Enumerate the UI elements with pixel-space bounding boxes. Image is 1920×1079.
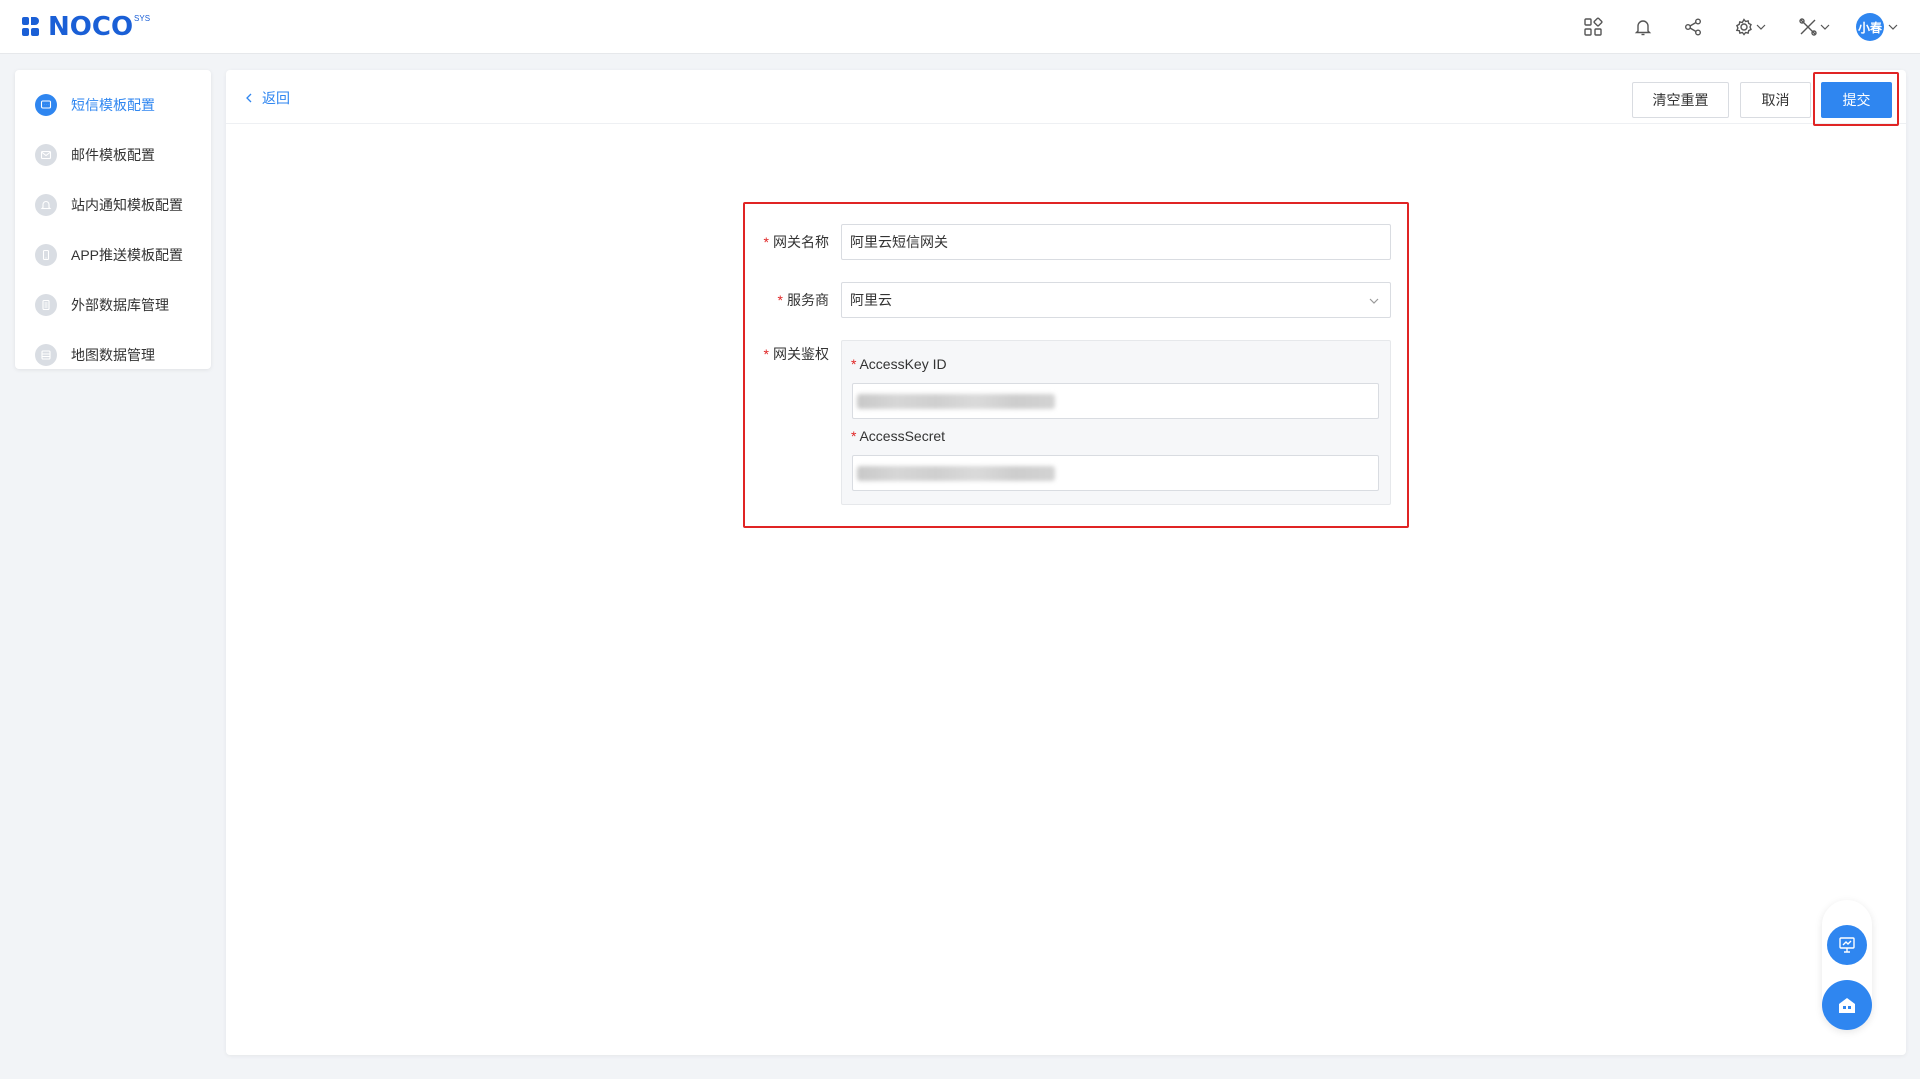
user-menu[interactable]: 小春 <box>1856 13 1898 41</box>
sidebar-item-label: 邮件模板配置 <box>71 147 155 163</box>
access-key-id-input[interactable] <box>852 383 1379 419</box>
sidebar-item-sms-template[interactable]: 短信模板配置 <box>15 80 211 130</box>
submit-button[interactable]: 提交 <box>1821 82 1892 118</box>
home-button[interactable] <box>1822 980 1872 1030</box>
gateway-name-row: * 网关名称 阿里云短信网关 <box>745 224 1391 260</box>
sidebar-item-app-push-template[interactable]: APP推送模板配置 <box>15 230 211 280</box>
gateway-name-input[interactable]: 阿里云短信网关 <box>841 224 1391 260</box>
brand-logo[interactable]: NOCO SYS <box>22 12 150 42</box>
chevron-left-icon <box>246 93 252 103</box>
sidebar-item-map-data[interactable]: 地图数据管理 <box>15 330 211 380</box>
phone-icon <box>35 244 57 266</box>
home-icon <box>1839 998 1855 1013</box>
provider-value: 阿里云 <box>850 292 892 308</box>
sidebar-item-label: 外部数据库管理 <box>71 297 169 313</box>
access-secret-label: * AccessSecret <box>851 428 946 444</box>
bell-icon <box>35 194 57 216</box>
chevron-down-icon <box>1369 298 1379 304</box>
mail-icon <box>35 144 57 166</box>
main-panel: 返回 清空重置 取消 提交 * 网关名称 阿里云短信网关 * 服务商 阿里云 * 网关… <box>226 70 1906 1055</box>
cancel-button[interactable]: 取消 <box>1740 82 1811 118</box>
gateway-form: * 网关名称 阿里云短信网关 * 服务商 阿里云 * 网关鉴权 * AccessKey … <box>743 202 1409 528</box>
auth-group: * AccessKey ID * AccessSecret <box>841 340 1391 505</box>
back-link[interactable]: 返回 <box>244 88 290 108</box>
sidebar-item-label: APP推送模板配置 <box>71 247 184 263</box>
gateway-name-label: * 网关名称 <box>763 234 829 250</box>
settings-icon[interactable] <box>1730 14 1770 40</box>
presentation-icon <box>1839 937 1855 953</box>
logo-mark-icon <box>22 17 46 37</box>
back-label: 返回 <box>262 90 290 106</box>
brand-sup: SYS <box>134 14 151 23</box>
chevron-down-icon <box>1888 24 1898 30</box>
sms-icon <box>35 94 57 116</box>
sidebar-item-label: 短信模板配置 <box>71 97 155 113</box>
share-icon[interactable] <box>1680 14 1706 40</box>
provider-label: * 服务商 <box>777 292 829 308</box>
database-icon <box>35 294 57 316</box>
reset-button[interactable]: 清空重置 <box>1632 82 1729 118</box>
top-bar: NOCO SYS 小春 <box>0 0 1920 54</box>
sidebar-item-inbox-notice-template[interactable]: 站内通知模板配置 <box>15 180 211 230</box>
redacted-value <box>857 394 1055 409</box>
provider-row: * 服务商 阿里云 <box>745 282 1391 318</box>
provider-select[interactable]: 阿里云 <box>841 282 1391 318</box>
access-secret-input[interactable] <box>852 455 1379 491</box>
top-actions: 小春 <box>1556 0 1898 54</box>
map-icon <box>35 344 57 366</box>
apps-icon[interactable] <box>1580 14 1606 40</box>
access-key-id-label: * AccessKey ID <box>851 356 947 372</box>
main-header: 返回 清空重置 取消 提交 <box>226 70 1906 126</box>
tools-icon[interactable] <box>1794 14 1834 40</box>
sidebar-item-label: 地图数据管理 <box>71 347 155 363</box>
auth-label: * 网关鉴权 <box>763 346 829 362</box>
avatar: 小春 <box>1856 13 1884 41</box>
sidebar-item-external-db[interactable]: 外部数据库管理 <box>15 280 211 330</box>
redacted-value <box>857 466 1055 481</box>
presentation-button[interactable] <box>1827 925 1867 965</box>
sidebar-item-mail-template[interactable]: 邮件模板配置 <box>15 130 211 180</box>
sidebar: 短信模板配置 邮件模板配置 站内通知模板配置 APP推送模板配置 外部数据库管理… <box>15 70 211 369</box>
sidebar-item-label: 站内通知模板配置 <box>71 197 183 213</box>
auth-row: * 网关鉴权 * AccessKey ID * AccessSecret <box>745 336 1391 505</box>
bell-icon[interactable] <box>1630 14 1656 40</box>
brand-name: NOCO <box>48 12 134 42</box>
floating-toolbar <box>1822 900 1872 1030</box>
